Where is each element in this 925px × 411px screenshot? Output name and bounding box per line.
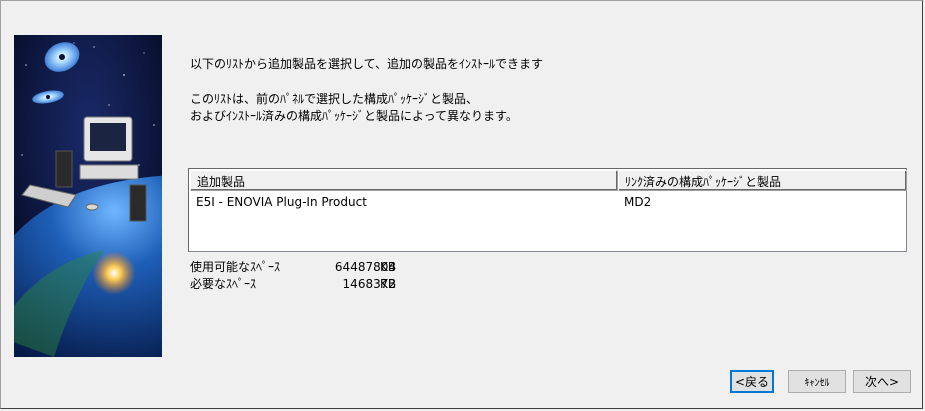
intro-line-2: このﾘｽﾄは、前のﾊﾟﾈﾙで選択した構成ﾊﾟｯｹｰｼﾞと製品、 [190, 92, 479, 106]
column-header-linked-packages[interactable]: ﾘﾝｸ済みの構成ﾊﾟｯｹｰｼﾞと製品 [618, 170, 907, 191]
intro-line-1: 以下のﾘｽﾄから追加製品を選択して、追加の製品をｲﾝｽﾄｰﾙできます [190, 57, 544, 71]
list-header: 追加製品 ﾘﾝｸ済みの構成ﾊﾟｯｹｰｼﾞと製品 [190, 170, 907, 191]
intro-text: 以下のﾘｽﾄから追加製品を選択して、追加の製品をｲﾝｽﾄｰﾙできます このﾘｽﾄ… [190, 56, 543, 125]
intro-line-3: およびｲﾝｽﾄｰﾙ済みの構成ﾊﾟｯｹｰｼﾞと製品によって異なります。 [190, 109, 518, 123]
column-header-additional-product[interactable]: 追加製品 [190, 170, 618, 191]
required-space-label: 必要なｽﾍﾟｰｽ [190, 277, 257, 291]
next-button[interactable]: 次へ> [853, 370, 911, 393]
cancel-button[interactable]: ｷｬﾝｾﾙ [788, 370, 846, 393]
banner-illustration [14, 35, 162, 357]
linked-package-cell: MD2 [624, 195, 652, 209]
available-space-unit: KB [380, 260, 397, 274]
list-item[interactable]: E5I - ENOVIA Plug-In Product MD2 [190, 195, 905, 211]
available-space-label: 使用可能なｽﾍﾟｰｽ [190, 260, 281, 274]
additional-products-list[interactable]: 追加製品 ﾘﾝｸ済みの構成ﾊﾟｯｹｰｼﾞと製品 E5I - ENOVIA Plu… [188, 168, 907, 252]
back-button[interactable]: <戻る [730, 370, 774, 393]
wizard-banner-image [14, 35, 162, 357]
required-space-unit: KB [380, 277, 397, 291]
product-name-cell: E5I - ENOVIA Plug-In Product [196, 195, 367, 209]
